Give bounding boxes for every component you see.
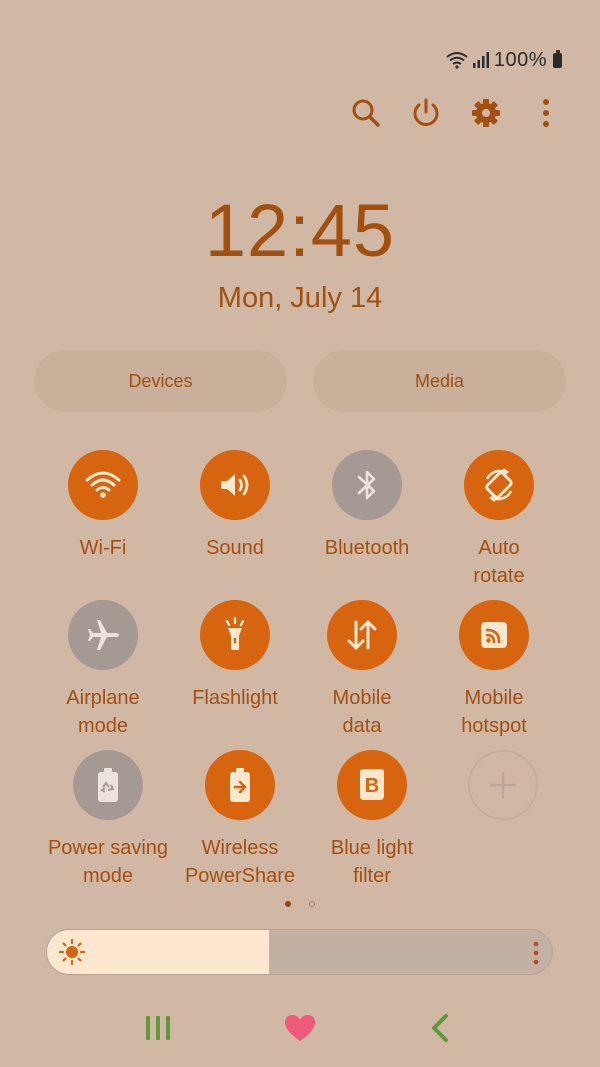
tile-wireless-powershare: Wireless PowerShare xyxy=(174,750,306,890)
heart-icon xyxy=(285,1015,315,1041)
cell-signal-icon xyxy=(472,52,489,68)
brightness-sun-icon xyxy=(59,939,85,965)
devices-button[interactable]: Devices xyxy=(34,350,287,412)
power-icon xyxy=(413,98,439,126)
clock-date[interactable]: Mon, July 14 xyxy=(0,282,600,315)
tile-label: Mobile data xyxy=(332,687,392,737)
wireless-powershare-icon xyxy=(230,768,250,802)
tile-label: Mobile hotspot xyxy=(461,687,527,737)
tile-wifi: Wi-Fi xyxy=(37,450,169,562)
quick-panel-actions xyxy=(346,93,566,133)
search-button[interactable] xyxy=(346,93,386,133)
plus-icon xyxy=(490,772,516,798)
more-options-button[interactable] xyxy=(526,93,566,133)
tile-mobile-data: Mobile data xyxy=(296,600,428,740)
status-bar: 100% xyxy=(446,46,562,74)
tile-label: Blue light filter xyxy=(330,837,414,887)
tile-label: Sound xyxy=(206,537,264,559)
tile-label: Bluetooth xyxy=(324,537,410,559)
sound-toggle[interactable] xyxy=(200,450,270,520)
tile-add xyxy=(437,750,569,820)
mobile-hotspot-toggle[interactable] xyxy=(459,600,529,670)
tile-label: Wi-Fi xyxy=(79,537,127,559)
power-saving-icon xyxy=(98,768,118,802)
brightness-slider[interactable] xyxy=(46,929,553,975)
bluetooth-toggle[interactable] xyxy=(332,450,402,520)
wifi-toggle[interactable] xyxy=(68,450,138,520)
media-button[interactable]: Media xyxy=(313,350,566,412)
airplane-icon xyxy=(88,620,119,650)
home-button[interactable] xyxy=(270,1004,330,1052)
tile-flashlight: Flashlight xyxy=(169,600,301,712)
back-icon xyxy=(432,1014,448,1042)
tile-label: Power saving mode xyxy=(47,837,169,887)
wireless-powershare-toggle[interactable] xyxy=(205,750,275,820)
back-button[interactable] xyxy=(410,1004,470,1052)
auto-rotate-toggle[interactable] xyxy=(464,450,534,520)
flashlight-toggle[interactable] xyxy=(200,600,270,670)
tile-sound: Sound xyxy=(169,450,301,562)
tile-label: Wireless PowerShare xyxy=(184,837,296,887)
tile-bluetooth: Bluetooth xyxy=(301,450,433,562)
battery-icon xyxy=(553,49,562,68)
power-button[interactable] xyxy=(406,93,446,133)
airplane-mode-toggle[interactable] xyxy=(68,600,138,670)
rotate-icon xyxy=(485,468,513,502)
recent-apps-button[interactable] xyxy=(128,1004,188,1052)
recent-apps-icon xyxy=(146,1016,170,1040)
tile-label: Flashlight xyxy=(192,687,278,709)
bluetooth-icon xyxy=(357,470,376,500)
wifi-signal-icon xyxy=(446,52,468,69)
wifi-icon xyxy=(85,471,121,498)
flashlight-icon xyxy=(225,616,245,650)
tile-label: Auto rotate xyxy=(473,537,525,587)
battery-percent: 100% xyxy=(493,48,547,71)
tile-auto-rotate: Auto rotate xyxy=(433,450,565,590)
tile-label: Airplane mode xyxy=(66,687,140,737)
gear-icon xyxy=(472,99,500,127)
settings-button[interactable] xyxy=(466,93,506,133)
more-vert-icon xyxy=(543,99,549,127)
brightness-more-icon[interactable] xyxy=(532,938,540,968)
tile-mobile-hotspot: Mobile hotspot xyxy=(428,600,560,740)
mobile-data-icon xyxy=(347,620,377,650)
page-indicator[interactable] xyxy=(309,901,315,907)
search-icon xyxy=(352,99,380,127)
blue-light-filter-toggle[interactable]: B xyxy=(337,750,407,820)
tile-power-saving: Power saving mode xyxy=(42,750,174,890)
blue-light-filter-icon: B xyxy=(360,769,384,800)
mobile-data-toggle[interactable] xyxy=(327,600,397,670)
add-tile-button[interactable] xyxy=(468,750,538,820)
power-saving-toggle[interactable] xyxy=(73,750,143,820)
page-indicator-active xyxy=(285,901,291,907)
tile-blue-light-filter: B Blue light filter xyxy=(306,750,438,890)
sound-icon xyxy=(221,474,249,496)
hotspot-icon xyxy=(481,622,507,648)
svg-text:B: B xyxy=(365,775,379,797)
clock-time[interactable]: 12:45 xyxy=(0,188,600,273)
tile-airplane-mode: Airplane mode xyxy=(37,600,169,740)
